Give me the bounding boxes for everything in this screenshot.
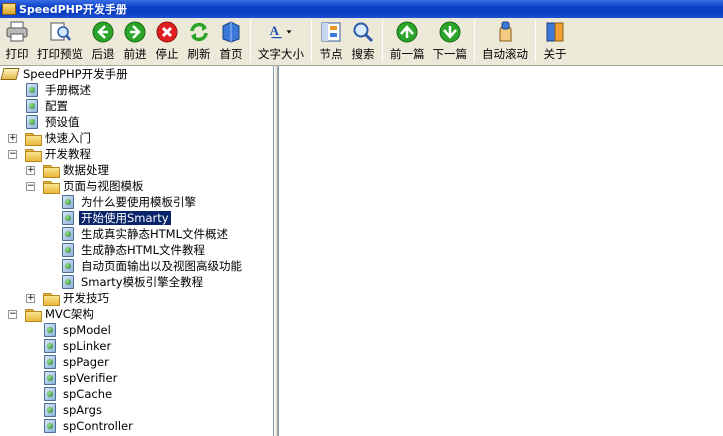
svg-text:A: A xyxy=(270,24,280,38)
previous-article-button[interactable]: 前一篇 xyxy=(386,18,429,64)
toolbar: 打印 打印预览 后退 前进 停止 刷新 首页 A 文字大小 节点 搜索 前一篇 … xyxy=(0,18,723,66)
tree-item-why-template[interactable]: 为什么要使用模板引擎 xyxy=(60,194,198,210)
about-button[interactable]: 关于 xyxy=(539,18,571,64)
tree-item-config[interactable]: 配置 xyxy=(24,98,70,114)
tree-item-spargs[interactable]: spArgs xyxy=(42,402,104,418)
forward-button[interactable]: 前进 xyxy=(119,18,151,64)
about-icon xyxy=(543,20,567,44)
toolbar-separator xyxy=(535,20,536,62)
stop-icon xyxy=(155,20,179,44)
tree-item-splinker[interactable]: spLinker xyxy=(42,338,113,354)
tree-root[interactable]: SpeedPHP开发手册 xyxy=(0,66,130,82)
page-icon xyxy=(24,98,40,114)
book-icon xyxy=(0,66,20,82)
tree-item-spverifier[interactable]: spVerifier xyxy=(42,370,119,386)
tree-item-static-tutorial[interactable]: 生成静态HTML文件教程 xyxy=(60,242,207,258)
auto-scroll-button[interactable]: 自动滚动 xyxy=(478,18,532,64)
tree-item-data-processing[interactable]: 数据处理 xyxy=(42,162,111,178)
page-icon xyxy=(24,82,40,98)
tree-item-dev-tips[interactable]: 开发技巧 xyxy=(42,290,111,306)
back-button[interactable]: 后退 xyxy=(87,18,119,64)
print-preview-icon xyxy=(48,20,72,44)
printer-icon xyxy=(5,20,29,44)
expand-toggle[interactable]: + xyxy=(26,294,35,303)
next-article-button[interactable]: 下一篇 xyxy=(429,18,472,64)
collapse-toggle[interactable]: − xyxy=(8,150,17,159)
tree-item-auto-output[interactable]: 自动页面输出以及视图高级功能 xyxy=(60,258,244,274)
folder-icon xyxy=(42,290,60,306)
page-icon xyxy=(60,274,76,290)
window-title: SpeedPHP开发手册 xyxy=(19,3,127,16)
font-size-button[interactable]: A 文字大小 xyxy=(254,18,308,64)
page-icon xyxy=(42,402,58,418)
tree-item-spcache[interactable]: spCache xyxy=(42,386,114,402)
folder-icon xyxy=(24,130,42,146)
search-button[interactable]: 搜索 xyxy=(347,18,379,64)
page-icon xyxy=(42,370,58,386)
tree-item-overview[interactable]: 手册概述 xyxy=(24,82,93,98)
folder-icon xyxy=(42,162,60,178)
page-icon xyxy=(42,354,58,370)
tree-item-page-templates[interactable]: 页面与视图模板 xyxy=(42,178,146,194)
next-article-icon xyxy=(438,20,462,44)
toolbar-separator xyxy=(474,20,475,62)
tree-item-dev-tutorial[interactable]: 开发教程 xyxy=(24,146,93,162)
refresh-button[interactable]: 刷新 xyxy=(183,18,215,64)
page-icon xyxy=(60,194,76,210)
collapse-toggle[interactable]: − xyxy=(26,182,35,191)
font-size-icon: A xyxy=(269,20,293,44)
home-button[interactable]: 首页 xyxy=(215,18,247,64)
refresh-icon xyxy=(187,20,211,44)
print-preview-button[interactable]: 打印预览 xyxy=(33,18,87,64)
page-icon xyxy=(42,338,58,354)
search-icon xyxy=(351,20,375,44)
page-icon xyxy=(42,322,58,338)
tree-item-smarty-tutorial[interactable]: Smarty模板引擎全教程 xyxy=(60,274,205,290)
forward-arrow-icon xyxy=(123,20,147,44)
tree-item-mvc[interactable]: MVC架构 xyxy=(24,306,96,322)
navigation-tree[interactable]: SpeedPHP开发手册 手册概述 配置 预设值 + 快速入门 − 开发教程 +… xyxy=(0,66,274,436)
app-book-icon xyxy=(2,3,16,15)
page-icon xyxy=(42,418,58,434)
tree-item-quickstart[interactable]: 快速入门 xyxy=(24,130,93,146)
page-icon xyxy=(60,242,76,258)
toolbar-separator xyxy=(250,20,251,62)
tree-item-defaults[interactable]: 预设值 xyxy=(24,114,82,130)
content-viewer[interactable] xyxy=(278,66,723,436)
page-icon xyxy=(60,226,76,242)
expand-toggle[interactable]: + xyxy=(8,134,17,143)
page-icon xyxy=(60,258,76,274)
folder-open-icon xyxy=(24,146,42,162)
toolbar-separator xyxy=(382,20,383,62)
node-icon xyxy=(319,20,343,44)
stop-button[interactable]: 停止 xyxy=(151,18,183,64)
collapse-toggle[interactable]: − xyxy=(8,310,17,319)
print-button[interactable]: 打印 xyxy=(1,18,33,64)
previous-article-icon xyxy=(395,20,419,44)
tree-item-static-overview[interactable]: 生成真实静态HTML文件概述 xyxy=(60,226,230,242)
folder-open-icon xyxy=(42,178,60,194)
page-icon xyxy=(42,386,58,402)
page-icon xyxy=(60,210,76,226)
home-icon xyxy=(219,20,243,44)
folder-open-icon xyxy=(24,306,42,322)
toolbar-separator xyxy=(311,20,312,62)
auto-scroll-icon xyxy=(493,20,517,44)
tree-item-sppager[interactable]: spPager xyxy=(42,354,111,370)
window-titlebar: SpeedPHP开发手册 xyxy=(0,0,723,18)
back-arrow-icon xyxy=(91,20,115,44)
expand-toggle[interactable]: + xyxy=(26,166,35,175)
tree-item-spmodel[interactable]: spModel xyxy=(42,322,113,338)
tree-item-spcontroller[interactable]: spController xyxy=(42,418,135,434)
tree-item-start-smarty[interactable]: 开始使用Smarty xyxy=(60,210,172,226)
page-icon xyxy=(24,114,40,130)
node-button[interactable]: 节点 xyxy=(315,18,347,64)
